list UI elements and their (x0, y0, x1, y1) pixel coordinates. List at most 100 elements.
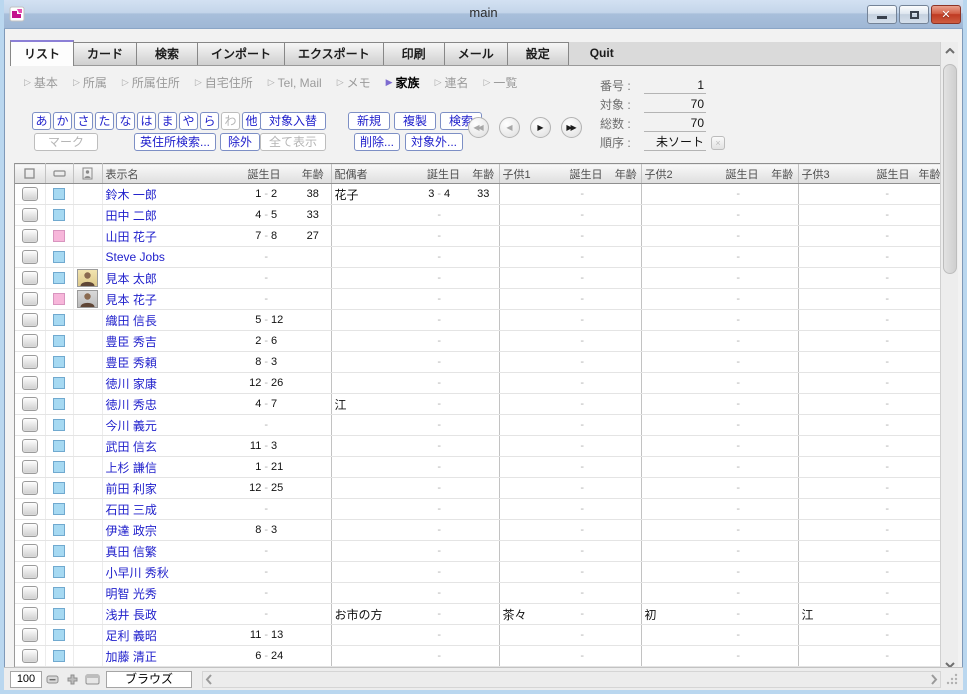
child3-name-field[interactable] (797, 204, 870, 226)
mark-checkbox[interactable] (53, 188, 65, 200)
record-number-value[interactable]: 1 (644, 77, 706, 94)
record-button[interactable] (21, 271, 38, 285)
child3-name-field[interactable] (797, 624, 870, 646)
child1-birthday-field[interactable]: - (564, 629, 605, 641)
child2-birthday-field[interactable]: - (720, 398, 761, 410)
spouse-birthday-field[interactable]: - (422, 293, 462, 305)
child2-birthday-field[interactable]: - (720, 650, 761, 662)
display-name[interactable]: Steve Jobs (106, 250, 165, 264)
child2-birthday-field[interactable]: - (720, 251, 761, 263)
display-name[interactable]: 徳川 秀忠 (106, 398, 157, 412)
child3-name-field[interactable] (797, 393, 870, 415)
child2-name-field[interactable] (640, 393, 717, 415)
subtab-item[interactable]: ▷ 所属住所 (122, 74, 180, 91)
display-name[interactable]: 足利 義昭 (106, 629, 157, 643)
child1-birthday-field[interactable]: - (564, 335, 605, 347)
child2-birthday-field[interactable]: - (720, 461, 761, 473)
spouse-birthday-field[interactable]: - (422, 524, 462, 536)
spouse-birthday-field[interactable]: - (422, 335, 462, 347)
display-name[interactable]: 真田 信繁 (106, 545, 157, 559)
prev-record-button[interactable]: ◀ (499, 117, 520, 138)
child1-birthday-field[interactable]: - (564, 524, 605, 536)
table-row[interactable]: 鈴木 一郎 1-2 38 花子 3-4 33 - - - (15, 183, 943, 205)
minimize-button[interactable] (867, 5, 897, 24)
mark-checkbox[interactable] (53, 335, 65, 347)
birthday-field[interactable]: 2-6 (236, 335, 289, 347)
spouse-birthday-field[interactable]: - (422, 608, 462, 620)
spouse-name-field[interactable] (330, 582, 419, 604)
birthday-field[interactable]: 1-21 (236, 461, 289, 473)
kana-filter-button[interactable]: や (179, 112, 198, 130)
spouse-name-field[interactable] (330, 288, 419, 310)
birthday-field[interactable]: 1-2 (236, 188, 289, 200)
table-row[interactable]: 武田 信玄 11-3 - - - - (15, 435, 943, 457)
child2-birthday-field[interactable]: - (720, 440, 761, 452)
record-button[interactable] (21, 187, 38, 201)
mark-checkbox[interactable] (53, 629, 65, 641)
duplicate-record-button[interactable]: 複製 (394, 112, 436, 130)
birthday-field[interactable]: 7-8 (236, 230, 289, 242)
child1-birthday-field[interactable]: - (564, 440, 605, 452)
child1-name-field[interactable] (498, 246, 561, 268)
child3-birthday-field[interactable]: - (873, 419, 910, 431)
child1-birthday-field[interactable]: - (564, 503, 605, 515)
display-name[interactable]: 加藤 清正 (106, 650, 157, 664)
spouse-name-field[interactable] (330, 414, 419, 436)
show-all-button[interactable]: 全て表示 (260, 133, 326, 151)
table-row[interactable]: 小早川 秀秋 - - - - - (15, 561, 943, 583)
child2-birthday-field[interactable]: - (720, 209, 761, 221)
mode-field[interactable]: ブラウズ (106, 670, 192, 688)
spouse-birthday-field[interactable]: - (422, 461, 462, 473)
child1-name-field[interactable] (498, 540, 561, 562)
child1-birthday-field[interactable]: - (564, 398, 605, 410)
spouse-birthday-field[interactable]: - (422, 356, 462, 368)
spouse-name-field[interactable] (330, 561, 419, 583)
mark-checkbox[interactable] (53, 314, 65, 326)
display-name[interactable]: 鈴木 一郎 (106, 188, 157, 202)
tab-item[interactable]: リスト (10, 40, 75, 66)
kana-filter-button[interactable]: ら (200, 112, 219, 130)
birthday-field[interactable]: 4-7 (236, 398, 289, 410)
spouse-name-field[interactable]: 江 (330, 393, 419, 415)
child2-name-field[interactable] (640, 372, 717, 394)
pane-toggle-button[interactable] (82, 671, 102, 688)
record-button[interactable] (21, 586, 38, 600)
display-name[interactable]: 小早川 秀秋 (106, 566, 169, 580)
child2-birthday-field[interactable]: - (720, 314, 761, 326)
delete-record-button[interactable]: 削除... (354, 133, 400, 151)
spouse-birthday-field[interactable]: - (422, 503, 462, 515)
spouse-name-field[interactable] (330, 267, 419, 289)
child2-birthday-field[interactable]: - (720, 188, 761, 200)
child2-birthday-field[interactable]: - (720, 503, 761, 515)
spouse-birthday-field[interactable]: 3-4 (422, 188, 462, 200)
child2-name-field[interactable] (640, 246, 717, 268)
child3-name-field[interactable] (797, 456, 870, 478)
child3-birthday-field[interactable]: - (873, 524, 910, 536)
child3-name-field[interactable] (797, 330, 870, 352)
table-row[interactable]: 上杉 謙信 1-21 - - - - (15, 456, 943, 478)
scroll-up-button[interactable] (941, 42, 959, 60)
display-name[interactable]: 浅井 長政 (106, 608, 157, 622)
spouse-birthday-field[interactable]: - (422, 251, 462, 263)
mark-checkbox[interactable] (53, 482, 65, 494)
spouse-name-field[interactable] (330, 351, 419, 373)
mark-checkbox[interactable] (53, 545, 65, 557)
mark-checkbox[interactable] (53, 503, 65, 515)
child1-name-field[interactable] (498, 477, 561, 499)
kana-filter-button[interactable]: さ (74, 112, 93, 130)
last-record-button[interactable]: ▶▶ (561, 117, 582, 138)
child1-name-field[interactable] (498, 330, 561, 352)
mark-checkbox[interactable] (53, 209, 65, 221)
display-name[interactable]: 前田 利家 (106, 482, 157, 496)
child1-name-field[interactable] (498, 183, 561, 205)
table-row[interactable]: 浅井 長政 - お市の方 - 茶々 - 初 - 江 - (15, 603, 943, 625)
kana-filter-button[interactable]: は (137, 112, 156, 130)
mark-checkbox[interactable] (53, 398, 65, 410)
mark-checkbox[interactable] (53, 440, 65, 452)
child2-birthday-field[interactable]: - (720, 377, 761, 389)
child2-name-field[interactable] (640, 351, 717, 373)
birthday-field[interactable]: 11-3 (236, 440, 289, 452)
omit-record-button[interactable]: 対象外... (405, 133, 463, 151)
zoom-level-field[interactable]: 100 (10, 670, 42, 688)
display-name[interactable]: 豊臣 秀頼 (106, 356, 157, 370)
